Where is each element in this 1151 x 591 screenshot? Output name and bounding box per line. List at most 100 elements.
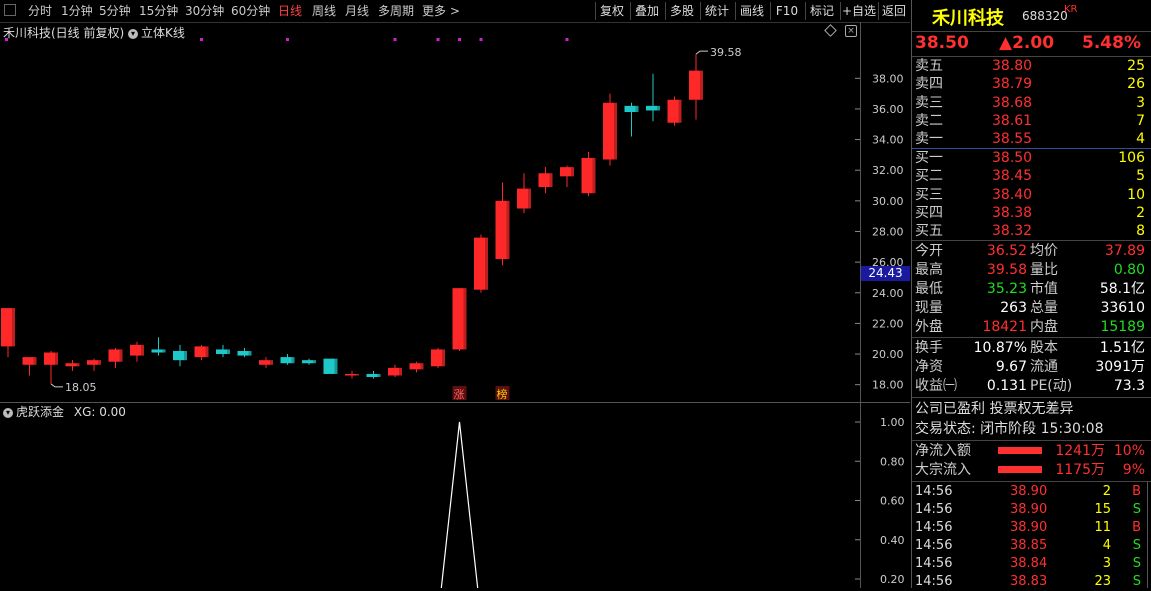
flow-bar bbox=[998, 447, 1042, 454]
ask-price: 38.79 bbox=[992, 76, 1033, 93]
divider bbox=[912, 337, 1151, 338]
stat-label: 内盘 bbox=[1030, 319, 1058, 335]
tick-time: 14:56 bbox=[915, 574, 953, 589]
ask-volume: 7 bbox=[1136, 112, 1145, 129]
ask-volume: 25 bbox=[1127, 58, 1145, 74]
stat-value: 73.3 bbox=[1113, 378, 1145, 394]
candle-shade bbox=[248, 350, 252, 356]
stat-label: 收益㈠ bbox=[915, 378, 957, 394]
profit-status: 公司已盈利 投票权无差异 bbox=[912, 400, 1147, 418]
ask-row[interactable]: 卖三 38.68 3 bbox=[912, 94, 1147, 112]
bid-row[interactable]: 买一 38.50 106 bbox=[912, 149, 1147, 167]
candle-shade bbox=[377, 373, 381, 378]
candle-shade bbox=[506, 200, 510, 260]
bid-label: 买五 bbox=[915, 223, 943, 240]
candle-shade bbox=[270, 360, 273, 365]
tick-time: 14:56 bbox=[915, 520, 953, 535]
bid-price: 38.40 bbox=[992, 186, 1033, 203]
indicator-header[interactable]: ▾ 虎跃添金 XG: 0.00 bbox=[3, 403, 126, 420]
candles-layer: 39.58 18.05 涨 榜 bbox=[1, 38, 742, 401]
bid-row[interactable]: 买四 38.38 2 bbox=[912, 204, 1147, 222]
y-tick-label: 34.00 bbox=[872, 134, 904, 147]
stat-value: 33610 bbox=[1100, 300, 1145, 316]
y-tick-label: 30.00 bbox=[872, 195, 904, 208]
candle-shade bbox=[334, 358, 338, 374]
stat-label: 最高 bbox=[915, 262, 943, 278]
tick-price: 38.90 bbox=[1010, 484, 1048, 499]
bid-row[interactable]: 买五 38.32 8 bbox=[912, 222, 1147, 240]
stat-value: 58.1亿 bbox=[1099, 281, 1145, 297]
tick-price: 38.83 bbox=[1010, 574, 1048, 589]
stat-label: 外盘 bbox=[915, 319, 943, 335]
stat-value: 15189 bbox=[1100, 319, 1145, 335]
chevron-down-icon[interactable]: ▾ bbox=[3, 407, 13, 418]
y-tick-label: 32.00 bbox=[872, 164, 904, 177]
tick-side: S bbox=[1132, 502, 1141, 517]
bid-row[interactable]: 买三 38.40 10 bbox=[912, 186, 1147, 204]
ask-price: 38.61 bbox=[992, 112, 1033, 129]
indicator-value: XG: 0.00 bbox=[73, 405, 126, 419]
stat-value: 36.52 bbox=[986, 243, 1027, 259]
candle-shade bbox=[528, 188, 531, 209]
tick-row: 14:56 38.85 4 S bbox=[912, 537, 1147, 555]
ask-volume: 4 bbox=[1136, 131, 1145, 148]
stock-code: 688320 bbox=[1022, 9, 1068, 23]
candle-shade bbox=[76, 363, 80, 367]
ask-label: 卖四 bbox=[915, 76, 943, 93]
event-marker[interactable]: 榜 bbox=[497, 387, 508, 401]
min-pointer bbox=[50, 383, 63, 388]
y-tick-label: 24.00 bbox=[872, 287, 904, 300]
stock-tag: KR bbox=[1064, 4, 1078, 15]
stat-value: 0.80 bbox=[1113, 262, 1145, 278]
stat-row: 净资 9.67 流通 3091万 bbox=[912, 358, 1147, 376]
indicator-tick-label: 1.00 bbox=[880, 416, 905, 429]
flow-bar bbox=[998, 466, 1042, 473]
stat-label: 今开 bbox=[915, 243, 943, 259]
min-price-label: 18.05 bbox=[65, 381, 97, 394]
stock-header: 禾川科技 688320 KR bbox=[912, 0, 1151, 30]
bid-price: 38.38 bbox=[992, 204, 1033, 221]
ask-row[interactable]: 卖五 38.80 25 bbox=[912, 57, 1147, 75]
trade-status-text: 交易状态: 闭市阶段 15:30:08 bbox=[915, 421, 1104, 437]
tick-volume: 2 bbox=[1102, 484, 1111, 499]
indicator-title: 虎跃添金 bbox=[16, 405, 65, 419]
signal-dot bbox=[565, 38, 569, 41]
ask-row[interactable]: 卖一 38.55 4 bbox=[912, 130, 1147, 148]
bid-volume: 10 bbox=[1127, 186, 1145, 203]
flow-amount: 1241万 bbox=[1055, 443, 1105, 459]
stat-row: 最低 35.23 市值 58.1亿 bbox=[912, 280, 1147, 298]
tick-row: 14:56 38.90 2 B bbox=[912, 483, 1147, 501]
ask-row[interactable]: 卖四 38.79 26 bbox=[912, 75, 1147, 93]
stat-label: 股本 bbox=[1030, 340, 1058, 356]
y-tick-label: 36.00 bbox=[872, 103, 904, 116]
candle-shade bbox=[678, 99, 682, 123]
stat-value: 39.58 bbox=[986, 262, 1027, 278]
ask-label: 卖三 bbox=[915, 94, 943, 111]
candle-shade bbox=[291, 357, 295, 364]
stat-row: 今开 36.52 均价 37.89 bbox=[912, 242, 1147, 260]
scrollbar[interactable] bbox=[1147, 482, 1148, 588]
flow-label: 净流入额 bbox=[915, 443, 971, 459]
tick-price: 38.90 bbox=[1010, 520, 1048, 535]
candle-shade bbox=[227, 349, 230, 355]
stat-value: 35.23 bbox=[986, 281, 1027, 297]
bid-volume: 2 bbox=[1136, 204, 1145, 221]
tick-price: 38.84 bbox=[1010, 556, 1048, 571]
signal-dot bbox=[200, 38, 203, 41]
stat-label: 量比 bbox=[1030, 262, 1058, 278]
y-tick-label: 38.00 bbox=[872, 72, 904, 85]
tick-side: S bbox=[1132, 538, 1141, 553]
stock-name: 禾川科技 bbox=[932, 8, 1004, 29]
stat-value: 3091万 bbox=[1095, 359, 1145, 375]
event-marker[interactable]: 涨 bbox=[454, 388, 465, 401]
candle-shade bbox=[141, 344, 144, 356]
ask-volume: 3 bbox=[1136, 94, 1145, 111]
bid-label: 买四 bbox=[915, 204, 943, 221]
candle-shade bbox=[442, 349, 445, 367]
divider bbox=[912, 481, 1151, 482]
signal-dot bbox=[458, 38, 461, 41]
ask-row[interactable]: 卖二 38.61 7 bbox=[912, 112, 1147, 130]
indicator-tick-label: 0.80 bbox=[880, 455, 905, 468]
bid-row[interactable]: 买二 38.45 5 bbox=[912, 167, 1147, 185]
tick-price: 38.85 bbox=[1010, 538, 1048, 553]
